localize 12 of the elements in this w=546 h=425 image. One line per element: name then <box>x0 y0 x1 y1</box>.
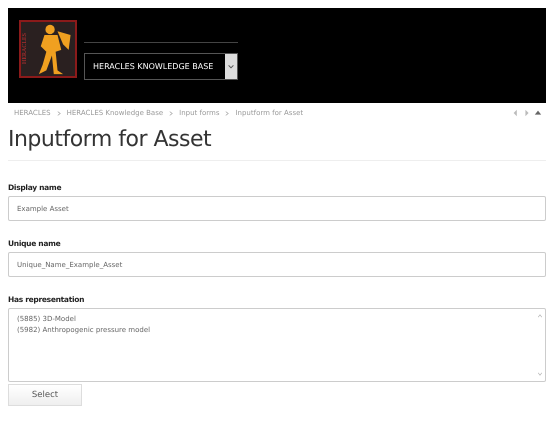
chevron-icon <box>169 109 174 117</box>
chevron-icon <box>56 109 61 117</box>
caret-icon <box>225 54 237 79</box>
next-icon[interactable] <box>523 109 531 117</box>
knowledge-base-select[interactable]: HERACLES KNOWLEDGE BASE <box>84 53 238 80</box>
chevron-icon <box>225 109 230 117</box>
select-button[interactable]: Select <box>8 384 82 406</box>
previous-icon[interactable] <box>512 109 520 117</box>
up-icon[interactable] <box>534 109 542 117</box>
scroll-up-icon[interactable] <box>537 313 543 319</box>
scroll-down-icon[interactable] <box>537 371 543 377</box>
page-title: Inputform for Asset <box>8 127 546 161</box>
